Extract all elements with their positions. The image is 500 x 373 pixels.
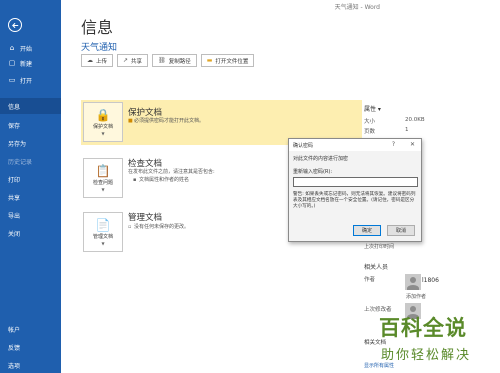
chevron-down-icon: ▼	[101, 130, 105, 136]
lock-icon: 🔒	[95, 107, 111, 122]
inspect-document-button[interactable]: 📋 检查问题 ▼	[83, 158, 123, 198]
inspect-desc: 在发布此文件之前，请注意其是否包含:	[128, 169, 215, 175]
share-icon: ↗	[123, 57, 129, 64]
folder-icon: ▬	[206, 57, 213, 64]
sidebar-item-history[interactable]: 历史记录	[0, 153, 61, 169]
window-title: 天气通知 - Word	[334, 4, 380, 11]
last-printed-label: 上次打印时间	[364, 244, 395, 250]
sidebar-item-save-as[interactable]: 另存为	[0, 135, 61, 151]
protect-desc: ■必须提供密码才能打开此文档。	[128, 118, 205, 124]
reenter-password-label: 重新输入密码(R):	[293, 169, 333, 175]
confirm-password-dialog: 确认密码 ? ✕ 对此文件的内容进行加密 重新输入密码(R): 警告: 如果丢失…	[288, 138, 422, 242]
sidebar-item-new[interactable]: ▢ 新建	[0, 55, 61, 71]
chevron-down-icon: ▼	[101, 240, 105, 246]
sidebar-item-info[interactable]: 信息	[0, 98, 61, 114]
watermark: 百科全说 助你轻松解决	[371, 312, 498, 370]
page-title: 信息	[81, 18, 114, 37]
sidebar-item-share[interactable]: 共享	[0, 189, 61, 205]
author-label: 作者	[364, 277, 376, 283]
home-icon: ⌂	[9, 44, 15, 52]
author-name: l1806	[422, 277, 439, 284]
related-people-header: 相关人员	[364, 264, 389, 271]
prop-pages-value: 1	[405, 127, 409, 133]
dialog-title: 确认密码	[293, 142, 314, 149]
sidebar-item-options[interactable]: 选项	[0, 357, 61, 373]
copy-path-button[interactable]: ⛓ 复制路径	[152, 54, 197, 67]
dialog-prompt: 对此文件的内容进行加密	[293, 156, 349, 162]
sidebar-item-close[interactable]: 关闭	[0, 225, 61, 241]
open-icon: ▭	[8, 76, 16, 84]
sidebar-item-print[interactable]: 打印	[0, 171, 61, 187]
cloud-upload-icon: ☁	[87, 57, 93, 64]
avatar	[405, 274, 421, 290]
manage-desc: ▫ 没有任何未保存的更改。	[128, 224, 190, 230]
watermark-title: 百科全说	[379, 316, 467, 340]
action-toolbar: ☁ 上传 ↗ 共享 ⛓ 复制路径 ▬ 打开文件位置	[81, 54, 255, 67]
window-titlebar: 天气通知 - Word	[61, 0, 500, 12]
new-icon: ▢	[8, 59, 16, 67]
protect-document-button[interactable]: 🔒 保护文档 ▼	[83, 102, 123, 142]
sidebar-item-feedback[interactable]: 反馈	[0, 339, 61, 355]
close-icon[interactable]: ✕	[410, 141, 415, 148]
manage-doc-icon: 📄	[95, 217, 111, 232]
inspect-doc-icon: 📋	[95, 163, 111, 178]
upload-button[interactable]: ☁ 上传	[81, 54, 114, 67]
share-button[interactable]: ↗ 共享	[117, 54, 149, 67]
sidebar-item-account[interactable]: 帐户	[0, 321, 61, 337]
protect-heading: 保护文档	[128, 108, 163, 118]
dialog-warning: 警告: 如果丢失或忘记密码，则无法将其恢复。建议将密码列表及其相应文档名放在一个…	[293, 192, 416, 209]
ok-button[interactable]: 确定	[353, 225, 381, 236]
manage-document-button[interactable]: 📄 管理文档 ▼	[83, 212, 123, 252]
sidebar-item-open[interactable]: ▭ 打开	[0, 72, 61, 88]
prop-pages-label: 页数	[364, 129, 376, 135]
back-arrow-icon[interactable]	[8, 18, 22, 32]
add-author-link[interactable]: 添加作者	[406, 293, 426, 300]
sidebar-item-export[interactable]: 导出	[0, 207, 61, 223]
document-title: 天气通知	[81, 43, 118, 53]
sidebar-item-save[interactable]: 保存	[0, 117, 61, 133]
open-file-location-button[interactable]: ▬ 打开文件位置	[200, 54, 255, 67]
properties-header[interactable]: 属性 ▾	[364, 104, 381, 113]
inspect-heading: 检查文档	[128, 159, 163, 169]
dialog-titlebar: 确认密码 ? ✕	[289, 139, 421, 151]
manage-heading: 管理文档	[128, 213, 163, 223]
help-icon[interactable]: ?	[392, 141, 395, 148]
cancel-button[interactable]: 取消	[387, 225, 415, 236]
sidebar-item-home[interactable]: ⌂ 开始	[0, 40, 61, 56]
prop-size-label: 大小	[364, 119, 376, 125]
prop-size-value: 20.0KB	[405, 117, 425, 123]
link-icon: ⛓	[158, 57, 166, 64]
watermark-subtitle: 助你轻松解决	[381, 348, 472, 363]
inspect-bullet: ▪ 文档属性和作者的姓名	[133, 177, 190, 183]
chevron-down-icon: ▼	[101, 186, 105, 192]
backstage-sidebar: ⌂ 开始 ▢ 新建 ▭ 打开 信息 保存 另存为 历史记录 打印 共享 导出 关…	[0, 0, 61, 373]
password-input[interactable]	[293, 177, 418, 187]
dialog-body: 对此文件的内容进行加密 重新输入密码(R): 警告: 如果丢失或忘记密码，则无法…	[289, 151, 421, 241]
